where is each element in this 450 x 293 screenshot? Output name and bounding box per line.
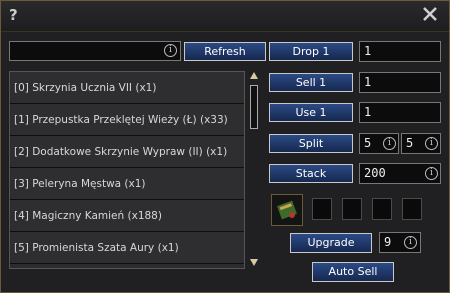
stack-info-icon[interactable]: i <box>425 167 438 180</box>
drop-quantity-input[interactable]: 1 <box>359 41 441 62</box>
list-item[interactable]: [0] Skrzynia Ucznia VII (x1) <box>10 72 244 104</box>
sell-quantity-input[interactable]: 1 <box>359 72 441 93</box>
material-slot[interactable] <box>372 198 392 220</box>
close-icon[interactable] <box>421 5 439 23</box>
auto-sell-button[interactable]: Auto Sell <box>312 262 394 282</box>
list-item[interactable]: [1] Przepustka Przeklętej Wieży (Ł) (x33… <box>10 104 244 136</box>
list-scrollbar[interactable] <box>247 71 261 269</box>
search-input[interactable] <box>9 41 181 61</box>
inventory-window: ? i Refresh [0] Skrzynia Ucznia VII (x1)… <box>0 0 450 293</box>
upgrade-item-slot[interactable] <box>271 194 303 226</box>
split-count-info-icon[interactable]: i <box>425 137 438 150</box>
drop-button[interactable]: Drop 1 <box>269 42 353 61</box>
split-amount-info-icon[interactable]: i <box>383 137 396 150</box>
scroll-thumb[interactable] <box>250 85 258 129</box>
upgrade-info-icon[interactable]: i <box>404 236 417 249</box>
stack-button[interactable]: Stack <box>269 164 353 183</box>
scroll-down-icon[interactable] <box>249 257 259 267</box>
item-list: [0] Skrzynia Ucznia VII (x1) [1] Przepus… <box>9 71 245 269</box>
sell-button[interactable]: Sell 1 <box>269 73 353 92</box>
scroll-up-icon[interactable] <box>249 71 259 81</box>
item-icon <box>277 200 297 220</box>
material-slot[interactable] <box>402 198 422 220</box>
refresh-button[interactable]: Refresh <box>184 42 266 61</box>
list-item[interactable]: [3] Peleryna Męstwa (x1) <box>10 168 244 200</box>
help-icon[interactable]: ? <box>9 6 18 24</box>
title-bar: ? <box>1 1 449 32</box>
use-quantity-input[interactable]: 1 <box>359 102 441 123</box>
search-info-icon[interactable]: i <box>164 44 177 57</box>
material-slot[interactable] <box>312 198 332 220</box>
upgrade-button[interactable]: Upgrade <box>290 233 372 253</box>
use-button[interactable]: Use 1 <box>269 103 353 122</box>
material-slot[interactable] <box>342 198 362 220</box>
list-item[interactable]: [2] Dodatkowe Skrzynie Wypraw (II) (x1) <box>10 136 244 168</box>
list-item[interactable]: [5] Promienista Szata Aury (x1) <box>10 232 244 264</box>
list-item[interactable]: [4] Magiczny Kamień (x188) <box>10 200 244 232</box>
split-button[interactable]: Split <box>269 134 353 153</box>
